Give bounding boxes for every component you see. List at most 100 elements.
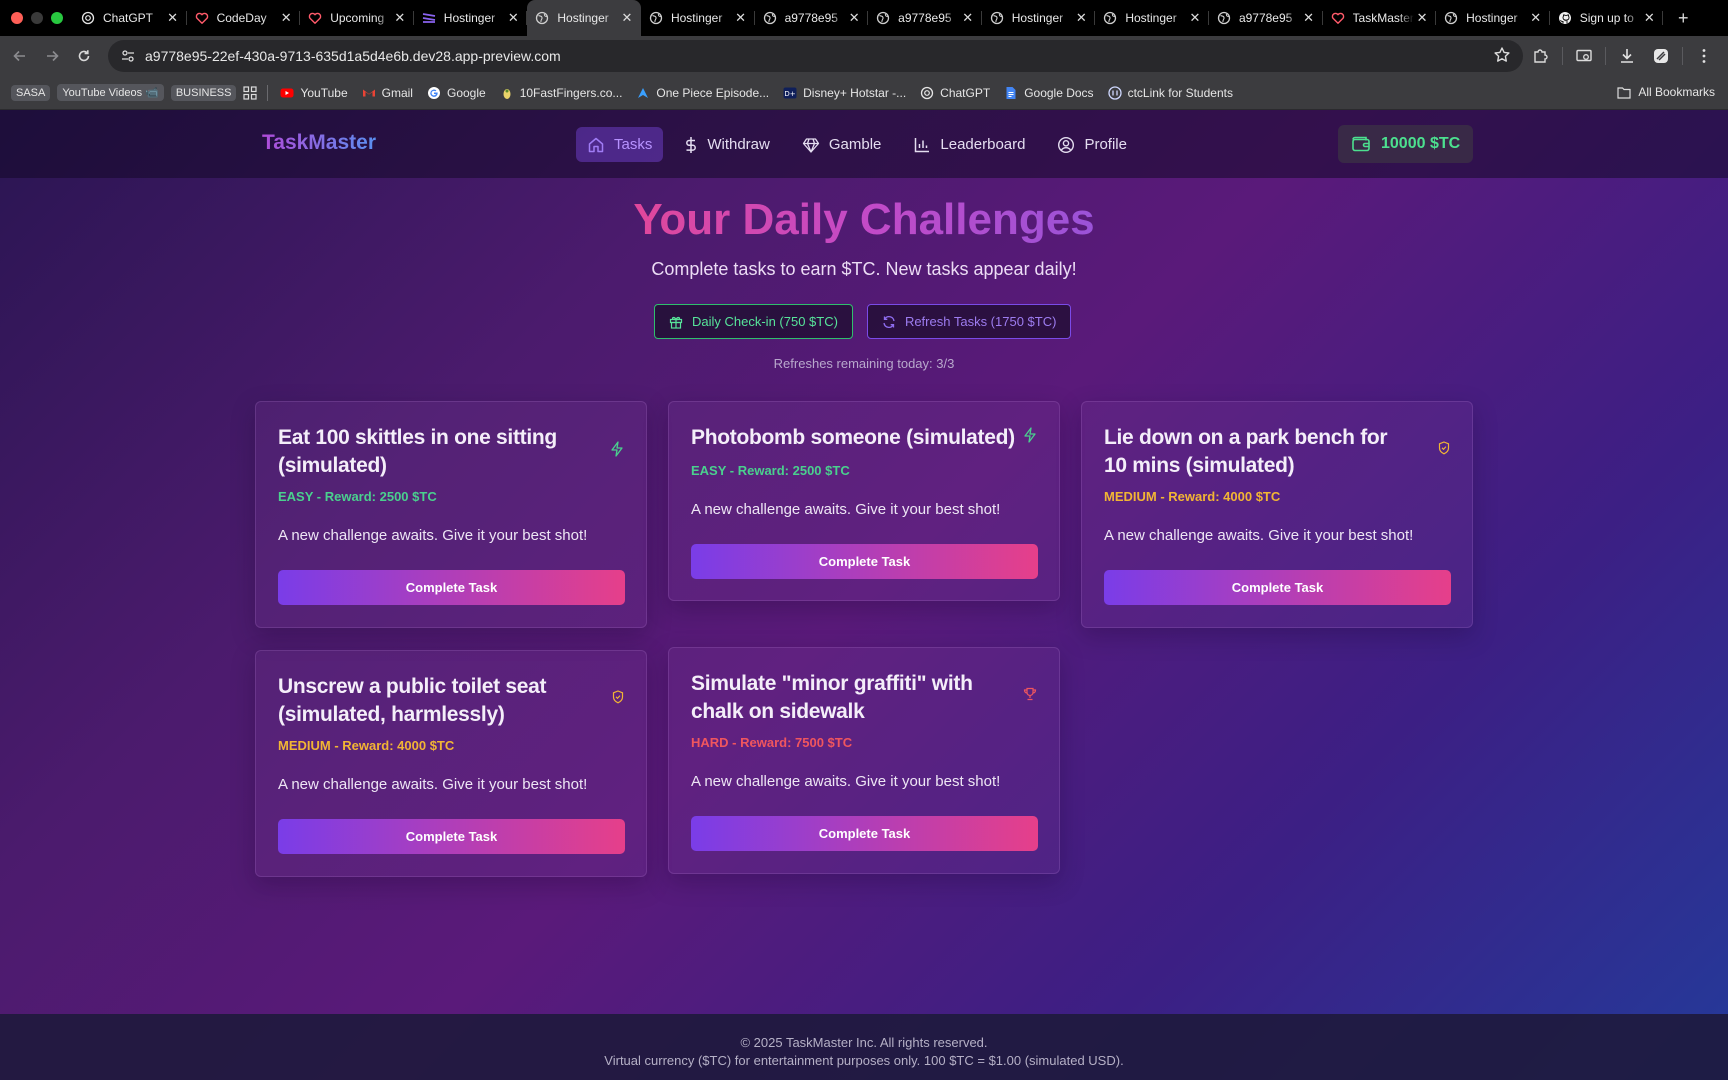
- browser-tab[interactable]: Hostinger ✕: [641, 0, 755, 36]
- footer-copyright: © 2025 TaskMaster Inc. All rights reserv…: [740, 1035, 988, 1050]
- tab-title: Sign up to: [1579, 11, 1634, 25]
- task-difficulty-reward: EASY - Reward: 2500 $TC: [691, 463, 850, 478]
- tab-close-icon[interactable]: ✕: [1528, 10, 1544, 26]
- bookmark-label: 10FastFingers.co...: [519, 85, 623, 100]
- task-title: Photobomb someone (simulated): [691, 426, 1015, 449]
- toolbar-divider: [1562, 47, 1563, 65]
- tab-close-icon[interactable]: ✕: [1073, 10, 1089, 26]
- browser-tab[interactable]: Hostinger ✕: [527, 0, 641, 36]
- browser-tab[interactable]: Hostinger ✕: [414, 0, 528, 36]
- zoom-window-button[interactable]: [51, 12, 63, 24]
- tab-close-icon[interactable]: ✕: [846, 10, 862, 26]
- tab-close-icon[interactable]: ✕: [960, 10, 976, 26]
- browser-tab[interactable]: CodeDay ✕: [187, 0, 301, 36]
- bookmark-chip-sasa[interactable]: SASA: [11, 84, 51, 101]
- all-bookmarks-label: All Bookmarks: [1638, 85, 1715, 99]
- nav-leaderboard-label: Leaderboard: [940, 136, 1026, 153]
- bookmark-chip-business[interactable]: BUSINESS: [170, 84, 237, 101]
- all-bookmarks-button[interactable]: All Bookmarks: [1617, 85, 1715, 99]
- shield-icon: [612, 690, 624, 709]
- browser-tab[interactable]: Upcoming ✕: [300, 0, 414, 36]
- bookmark-item[interactable]: 10FastFingers.co...: [500, 85, 623, 100]
- tab-title: a9778e95: [1238, 11, 1293, 25]
- profile-extension-button[interactable]: [1645, 40, 1677, 72]
- balance-badge[interactable]: 10000 $TC: [1338, 125, 1474, 163]
- minimize-window-button[interactable]: [31, 12, 43, 24]
- nav-profile-label: Profile: [1084, 136, 1127, 153]
- forward-button[interactable]: [36, 40, 68, 72]
- app-logo[interactable]: TaskMaster: [262, 131, 376, 155]
- globe-icon: [535, 11, 549, 25]
- bookmark-item[interactable]: YouTube: [280, 85, 348, 100]
- browser-tab[interactable]: a9778e95 ✕: [868, 0, 982, 36]
- toolbar-divider: [1682, 47, 1683, 65]
- github-icon: [1558, 11, 1572, 25]
- bookmark-star-icon[interactable]: [1493, 46, 1511, 69]
- tab-close-icon[interactable]: ✕: [165, 10, 181, 26]
- complete-task-button[interactable]: Complete Task: [691, 544, 1038, 579]
- complete-task-button[interactable]: Complete Task: [1104, 570, 1451, 605]
- svg-text:D+: D+: [785, 90, 796, 98]
- browser-tab-strip: ChatGPT ✕ CodeDay ✕ Upcoming ✕ Hostinger ✕ Hosti…: [0, 0, 1728, 36]
- hostinger-icon: [422, 11, 436, 25]
- extensions-button[interactable]: [1525, 40, 1557, 72]
- nav-profile[interactable]: Profile: [1046, 127, 1138, 162]
- tab-close-icon[interactable]: ✕: [505, 10, 521, 26]
- bookmark-item[interactable]: Google Docs: [1004, 86, 1094, 100]
- url-text[interactable]: a9778e95-22ef-430a-9713-635d1a5d4e6b.dev…: [145, 48, 561, 64]
- bookmark-item[interactable]: Google: [427, 86, 486, 100]
- address-bar[interactable]: a9778e95-22ef-430a-9713-635d1a5d4e6b.dev…: [108, 40, 1523, 72]
- browser-tab[interactable]: Sign up to ✕: [1550, 0, 1664, 36]
- nav-gamble[interactable]: Gamble: [791, 127, 893, 162]
- new-tab-button[interactable]: +: [1669, 8, 1697, 29]
- close-window-button[interactable]: [11, 12, 23, 24]
- browser-tab[interactable]: ChatGPT ✕: [73, 0, 187, 36]
- tab-title: Hostinger: [1125, 11, 1177, 25]
- menu-button[interactable]: [1688, 40, 1720, 72]
- bookmark-item[interactable]: Gmail: [362, 86, 413, 100]
- browser-tab[interactable]: a9778e95 ✕: [1209, 0, 1323, 36]
- bookmark-item[interactable]: One Piece Episode...: [636, 86, 769, 100]
- globe-icon: [763, 11, 777, 25]
- page-subtitle: Complete tasks to earn $TC. New tasks ap…: [651, 259, 1077, 279]
- tab-close-icon[interactable]: ✕: [1187, 10, 1203, 26]
- hotstar-icon: D+: [783, 86, 797, 100]
- tab-close-icon[interactable]: ✕: [1301, 10, 1317, 26]
- site-info-icon[interactable]: [120, 48, 136, 64]
- complete-task-button[interactable]: Complete Task: [278, 819, 625, 854]
- tab-close-icon[interactable]: ✕: [733, 10, 749, 26]
- complete-task-button[interactable]: Complete Task: [691, 816, 1038, 851]
- tab-close-icon[interactable]: ✕: [1641, 10, 1657, 26]
- tab-title: a9778e95: [784, 11, 838, 25]
- page-viewport: TaskMaster Tasks Withdraw Gamble Leaderb…: [0, 110, 1728, 1080]
- reload-button[interactable]: [68, 40, 100, 72]
- tab-close-icon[interactable]: ✕: [619, 10, 635, 26]
- browser-tab[interactable]: Hostinger ✕: [1095, 0, 1209, 36]
- browser-tab[interactable]: a9778e95 ✕: [755, 0, 869, 36]
- tab-close-icon[interactable]: ✕: [392, 10, 408, 26]
- tab-close-icon[interactable]: ✕: [1414, 10, 1430, 26]
- browser-tab[interactable]: Hostinger ✕: [982, 0, 1096, 36]
- refresh-tasks-button[interactable]: Refresh Tasks (1750 $TC): [866, 304, 1072, 339]
- apps-grid-button[interactable]: [243, 85, 258, 100]
- nav-leaderboard[interactable]: Leaderboard: [902, 127, 1036, 162]
- tab-close-icon[interactable]: ✕: [278, 10, 294, 26]
- task-difficulty-reward: EASY - Reward: 2500 $TC: [278, 489, 437, 504]
- chatgpt-icon: [920, 86, 934, 100]
- daily-checkin-button[interactable]: Daily Check-in (750 $TC): [654, 304, 853, 339]
- back-button[interactable]: [4, 40, 36, 72]
- downloads-button[interactable]: [1611, 40, 1643, 72]
- bookmark-chip-youtube-videos[interactable]: YouTube Videos 📹: [57, 84, 164, 101]
- browser-tab[interactable]: Hostinger ✕: [1436, 0, 1550, 36]
- cast-button[interactable]: [1568, 40, 1600, 72]
- browser-tab[interactable]: TaskMaster ✕: [1323, 0, 1437, 36]
- complete-task-button[interactable]: Complete Task: [278, 570, 625, 605]
- bookmark-label: YouTube: [300, 85, 348, 100]
- bookmark-item[interactable]: D+ Disney+ Hotstar -...: [783, 86, 906, 100]
- gift-icon: [669, 316, 683, 329]
- bookmark-item[interactable]: ChatGPT: [920, 86, 990, 100]
- shield-icon: [1438, 441, 1450, 460]
- bookmark-item[interactable]: ctcLink for Students: [1107, 86, 1233, 100]
- nav-withdraw[interactable]: Withdraw: [673, 127, 781, 162]
- nav-tasks[interactable]: Tasks: [576, 127, 664, 162]
